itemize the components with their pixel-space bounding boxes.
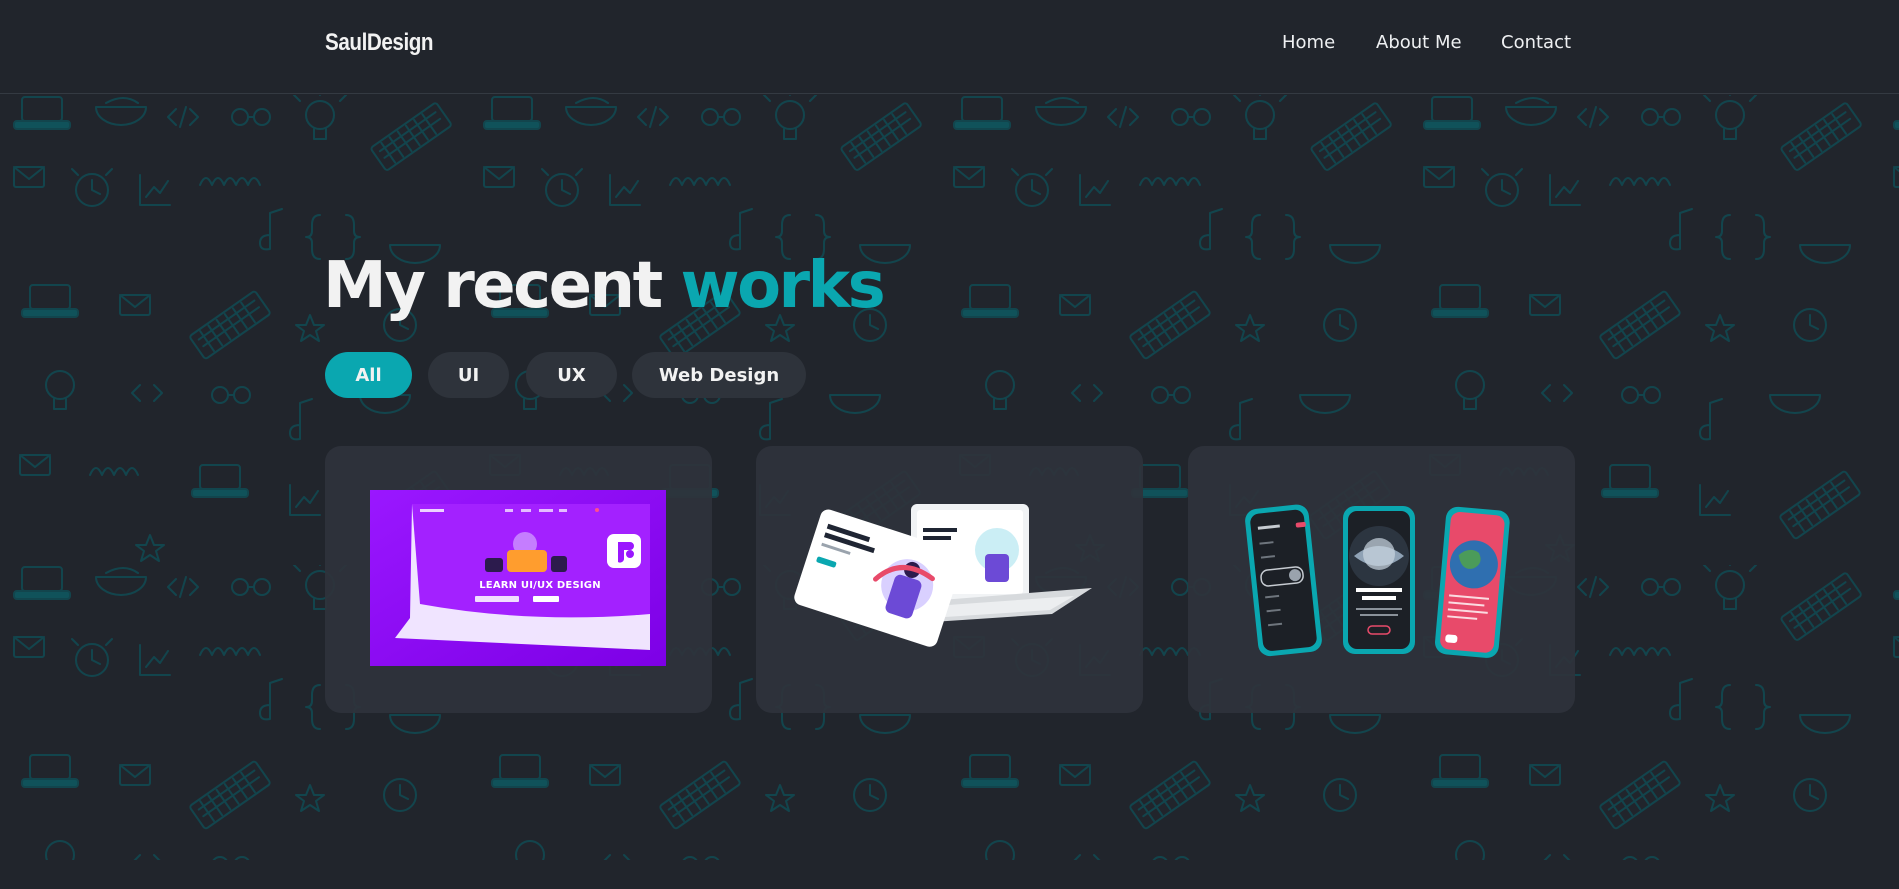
nav-link-home[interactable]: Home [1282, 32, 1335, 53]
nav-link-about[interactable]: About Me [1376, 32, 1462, 53]
filter-web-design[interactable]: Web Design [632, 352, 806, 398]
thumbnail-headline: LEARN UI/UX DESIGN [479, 580, 601, 591]
filter-ui[interactable]: UI [428, 352, 509, 398]
project-card-1[interactable]: LEARN UI/UX DESIGN [325, 446, 712, 713]
project-thumbnail-phones [1245, 504, 1510, 658]
site-logo[interactable]: SaulDesign [325, 29, 434, 57]
nav-link-contact[interactable]: Contact [1501, 32, 1571, 53]
project-card-2[interactable] [756, 446, 1143, 713]
page-title: My recent works [323, 248, 886, 324]
project-card-3[interactable] [1188, 446, 1575, 713]
page-title-accent: works [680, 249, 885, 323]
page-title-main: My recent [323, 249, 681, 323]
filter-all[interactable]: All [325, 352, 412, 398]
project-thumbnail-laptop [794, 504, 1092, 647]
filter-ux[interactable]: UX [526, 352, 617, 398]
site-header: SaulDesign Home About Me Contact [0, 0, 1899, 94]
